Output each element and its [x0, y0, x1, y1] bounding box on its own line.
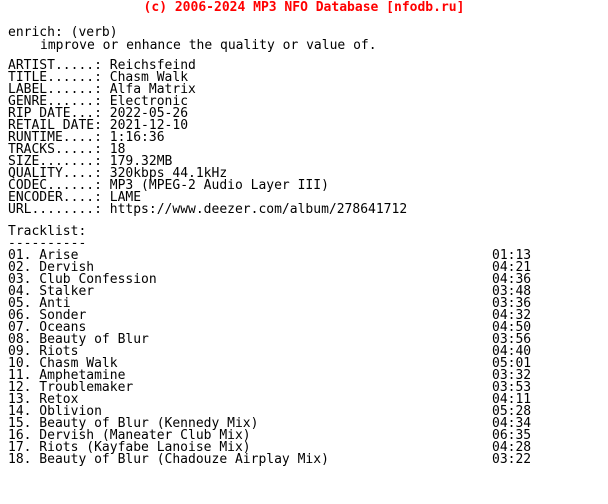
tracklist-rows: 01. Arise 01:13 02. Dervish 04:21 03. Club C… [8, 249, 608, 467]
release-info-value: https://www.deezer.com/album/278641712 [101, 202, 408, 217]
nfo-body: enrich: (verb) improve or enhance the qu… [8, 26, 608, 466]
tracklist-heading: Tracklist: [8, 224, 87, 239]
release-info-list: ARTIST.....: Reichsfeind TITLE......: Cha… [8, 59, 608, 217]
release-info-row: URL........: https://www.deezer.com/albu… [8, 202, 608, 217]
track-row: 18. Beauty of Blur (Chadouze Airplay Mix… [8, 452, 608, 467]
definition-description: improve or enhance the quality or value … [40, 38, 377, 53]
nfo-document: (c) 2006-2024 MP3 NFO Database [nfodb.ru… [0, 0, 608, 504]
copyright-header: (c) 2006-2024 MP3 NFO Database [nfodb.ru… [143, 0, 465, 15]
spacer-before-tracklist [8, 216, 608, 226]
track-title: 18. Beauty of Blur (Chadouze Airplay Mix… [8, 452, 329, 467]
track-duration: 03:22 [492, 452, 532, 467]
release-info-label: URL........: [8, 202, 102, 217]
